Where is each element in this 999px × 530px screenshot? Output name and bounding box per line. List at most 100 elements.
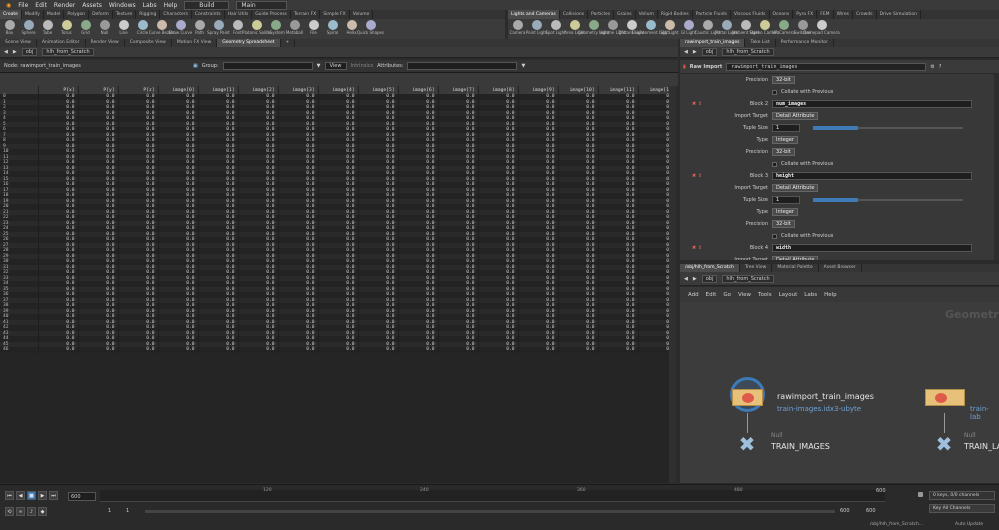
tab-material-palette[interactable]: Material Palette: [772, 264, 819, 272]
shelf-tab-deform[interactable]: Deform: [89, 10, 113, 19]
range-start-field[interactable]: 1: [108, 508, 111, 514]
shelf-tool-sky-light[interactable]: Sky Light: [660, 19, 679, 39]
column-header[interactable]: P[x]: [38, 86, 79, 94]
tab-render-view[interactable]: Render View: [86, 39, 125, 47]
shelf-tab-viscous-fluids[interactable]: Viscous Fluids: [731, 10, 770, 19]
shelf-tool-volume-light[interactable]: Volume Light: [599, 19, 626, 39]
op-name-field[interactable]: rawimport_train_images: [726, 62, 927, 71]
network-menu-add[interactable]: Add: [688, 292, 699, 298]
parm-menu[interactable]: Detail Attribute: [772, 112, 819, 120]
filter-icon[interactable]: ▼: [317, 63, 321, 69]
shelf-tool-spray-paint[interactable]: Spray Paint: [207, 19, 230, 39]
go-end-icon[interactable]: ⏭: [49, 491, 58, 500]
network-menu-view[interactable]: View: [738, 292, 751, 298]
tab-animation-editor[interactable]: Animation Editor: [37, 39, 86, 47]
menu-render[interactable]: Render: [54, 2, 75, 9]
key-all-channels-button[interactable]: Key All Channels: [929, 504, 995, 513]
pin-icon[interactable]: ▣: [193, 63, 198, 69]
add-tab-icon[interactable]: +: [281, 39, 296, 47]
node-name-rawimport[interactable]: rawimport_train_images: [777, 392, 874, 401]
range-end-field[interactable]: 600: [840, 508, 850, 514]
column-header[interactable]: image[1]: [198, 86, 239, 94]
shelf-tool-metaball[interactable]: Metaball: [285, 19, 304, 39]
key-icon[interactable]: ◆: [38, 507, 47, 516]
desktop-selector[interactable]: Main: [236, 0, 287, 10]
null-node-icon[interactable]: ✖: [737, 434, 757, 454]
shelf-tool-curve-bezier[interactable]: Curve Bezier: [149, 19, 174, 39]
parm-menu[interactable]: 32-bit: [772, 220, 795, 228]
attributes-input[interactable]: [407, 62, 518, 70]
shelf-tool-tube[interactable]: Tube: [38, 19, 57, 39]
tab-composite-view[interactable]: Composite View: [125, 39, 172, 47]
shelf-tab-crowds[interactable]: Crowds: [853, 10, 877, 19]
collate-checkbox[interactable]: [772, 161, 777, 167]
column-header[interactable]: image[4]: [318, 86, 359, 94]
shelf-tab-create[interactable]: Create: [0, 10, 22, 19]
shelf-tool-line[interactable]: Line: [114, 19, 133, 39]
intrinsics-toggle[interactable]: Intrinsics: [351, 63, 374, 69]
column-header[interactable]: image[9]: [518, 86, 559, 94]
shelf-tab-texture[interactable]: Texture: [113, 10, 137, 19]
auto-update-button[interactable]: Auto Update: [955, 522, 983, 527]
parm-menu[interactable]: Detail Attribute: [772, 184, 819, 192]
shelf-tool-switcher[interactable]: Switcher: [793, 19, 812, 39]
forward-arrow-icon[interactable]: ▶: [693, 49, 697, 55]
loop-icon[interactable]: ∞: [16, 507, 25, 516]
build-selector[interactable]: Build: [184, 0, 230, 10]
path-obj[interactable]: obj: [701, 274, 718, 283]
menu-edit[interactable]: Edit: [35, 2, 47, 9]
shelf-tab-characters[interactable]: Characters: [160, 10, 192, 19]
tab-performance-monitor[interactable]: Performance Monitor: [776, 39, 834, 47]
shelf-tool-helix[interactable]: Helix: [342, 19, 361, 39]
view-selector[interactable]: View: [324, 62, 347, 70]
back-arrow-icon[interactable]: ◀: [4, 49, 8, 55]
back-arrow-icon[interactable]: ◀: [684, 276, 688, 282]
shelf-tool-caustic-light[interactable]: Caustic Light: [695, 19, 721, 39]
network-menu-go[interactable]: Go: [723, 292, 731, 298]
menu-help[interactable]: Help: [164, 2, 178, 9]
key-filter-icon[interactable]: [918, 492, 923, 497]
shelf-tool-box[interactable]: Box: [0, 19, 19, 39]
block-name-field[interactable]: height: [772, 172, 972, 180]
null-name-train-images[interactable]: TRAIN_IMAGES: [771, 442, 830, 451]
column-header[interactable]: image[8]: [478, 86, 519, 94]
tuple-size-slider[interactable]: [813, 126, 963, 130]
tab-scene-view[interactable]: Scene View: [0, 39, 37, 47]
shelf-tab-collisions[interactable]: Collisions: [560, 10, 589, 19]
shelf-tool-area-light[interactable]: Area Light: [564, 19, 585, 39]
column-header[interactable]: image[10]: [558, 86, 599, 94]
gear-icon[interactable]: ⚙: [930, 64, 934, 70]
column-header[interactable]: image[11]: [598, 86, 639, 94]
shelf-tool-portal-light[interactable]: Portal Light: [715, 19, 738, 39]
tuple-size-field[interactable]: 1: [772, 196, 800, 204]
shelf-tab-rigging[interactable]: Rigging: [136, 10, 161, 19]
shelf-tool-quick-shapes[interactable]: Quick Shapes: [357, 19, 384, 39]
network-editor[interactable]: Geometry rawimport_train_images train-im…: [680, 302, 999, 483]
shelf-tab-terrain-fx[interactable]: Terrain FX: [291, 10, 321, 19]
shelf-tool-spiral[interactable]: Spiral: [323, 19, 342, 39]
tab-geometry-spreadsheet[interactable]: Geometry Spreadsheet: [217, 39, 281, 47]
shelf-tab-pyro-fx[interactable]: Pyro FX: [793, 10, 818, 19]
shelf-tool-stereo-camera[interactable]: Stereo Camera: [750, 19, 780, 39]
shelf-tool-distant-light[interactable]: Distant Light: [619, 19, 644, 39]
shelf-tool-torus[interactable]: Torus: [57, 19, 76, 39]
network-menu-help[interactable]: Help: [824, 292, 837, 298]
shelf-tool-spot-light[interactable]: Spot Light: [545, 19, 566, 39]
tab-take-list[interactable]: Take List: [745, 39, 776, 47]
shelf-tab-drive-simulation[interactable]: Drive Simulation: [877, 10, 921, 19]
network-menu-labs[interactable]: Labs: [804, 292, 817, 298]
parm-menu[interactable]: 32-bit: [772, 148, 795, 156]
shelf-tab-lights-and-cameras[interactable]: Lights and Cameras: [508, 10, 560, 19]
shelf-tool-ambient-light[interactable]: Ambient Light: [731, 19, 760, 39]
shelf-tab-guide-process[interactable]: Guide Process: [252, 10, 291, 19]
shelf-tool-draw-curve[interactable]: Draw Curve: [169, 19, 192, 39]
shelf-tab-rigid-bodies[interactable]: Rigid Bodies: [658, 10, 693, 19]
parm-menu[interactable]: Detail Attribute: [772, 256, 819, 260]
parm-scrollbar[interactable]: [994, 74, 999, 260]
shelf-tab-particles[interactable]: Particles: [588, 10, 615, 19]
step-back-icon[interactable]: ◀: [16, 491, 25, 500]
shelf-tab-wires[interactable]: Wires: [834, 10, 854, 19]
path-node[interactable]: hlh_from_Scratch: [722, 48, 774, 56]
shelf-tool-file[interactable]: File: [304, 19, 323, 39]
shelf-tool-null[interactable]: Null: [95, 19, 114, 39]
